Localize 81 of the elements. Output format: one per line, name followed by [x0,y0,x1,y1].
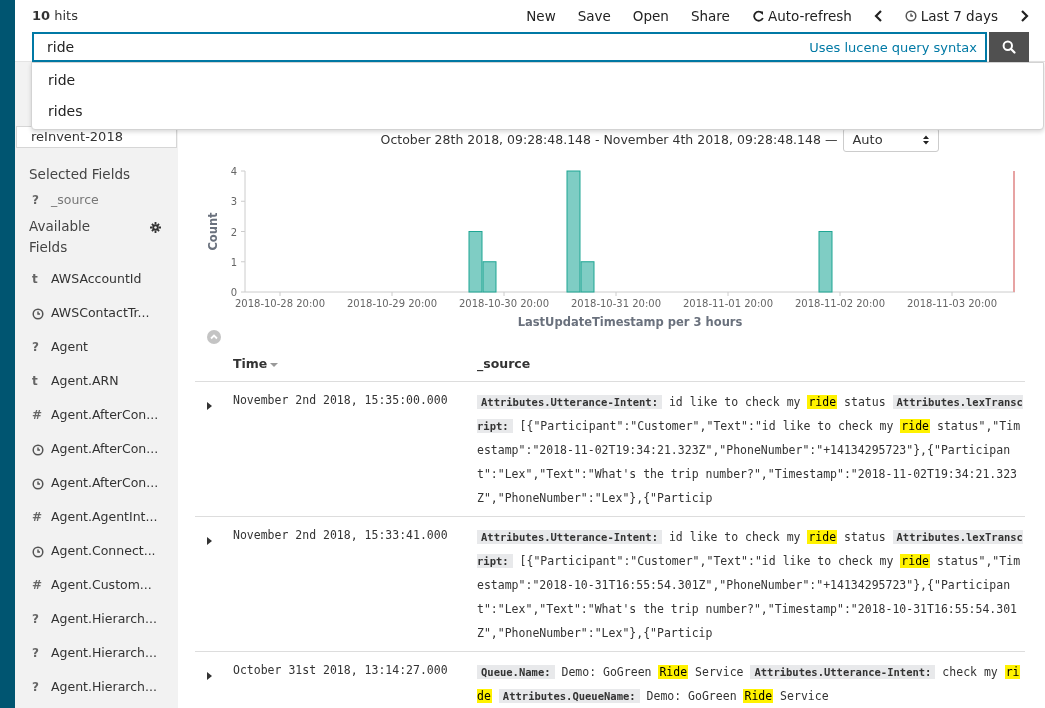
expand-row-icon [207,401,212,410]
sort-arrows-icon [922,135,931,145]
axis-tick-label: 0 [230,287,237,298]
axis-tick-label: 2018-11-01 20:00 [682,298,774,309]
section-title: Available Fields [29,217,92,258]
previous-icon [873,10,883,22]
field-item[interactable]: t Agent.ARN [15,364,178,399]
field-item[interactable]: # Agent.Custom... [15,568,178,603]
auto-refresh-button[interactable]: Auto-refresh [740,5,863,27]
field-item[interactable]: Agent.Connect... [15,534,178,569]
field-type-label: # [32,577,44,595]
x-axis-title: LastUpdateTimestamp per 3 hours [517,315,743,329]
clock-icon [32,477,44,490]
field-type-label: ? [32,192,40,210]
field-item[interactable]: ? Agent.Hierarch... [15,670,178,705]
field-item[interactable]: ? Agent.Hierarch... [15,636,178,671]
y-axis-title: Count [206,212,220,251]
axis-tick-label: 2018-10-28 20:00 [234,298,326,309]
histogram-bar[interactable] [566,170,581,293]
axis-tick-label: 2018-10-30 20:00 [458,298,550,309]
field-type-label: ? [32,679,40,697]
clock-icon [904,10,917,22]
source-cell-text: Attributes.Utterance-Intent: id like to check my ride status Attributes.lexTranscript: [{"Participant":"Customer","Text":"id like to check my ride status","Timestamp":"2018-10-31T16:55:54.301Z","PhoneNumber":"+14134295723"},{"Participant":"Lex","Text":"What's the trip number?","Timestamp":"2018-10-31T16:55:54.301Z","PhoneNumber":"Lex"},{"Particip [477,529,1024,642]
axis-tick-label: 2 [230,226,237,238]
time-cell-text: November 2nd 2018, 15:35:00.000 [233,392,448,409]
expand-row-icon [207,536,212,545]
search-icon [1002,40,1016,54]
refresh-icon [751,10,764,22]
field-item[interactable]: Agent.AfterCon... [15,432,178,467]
time-cell-text: November 2nd 2018, 15:33:41.000 [233,527,448,544]
field-item[interactable]: # Agent.AgentInt... [15,500,178,535]
field-item[interactable]: Agent.AfterCon... [15,466,178,501]
field-type-label: # [32,407,44,425]
column-header[interactable]: Time [195,355,477,374]
clock-icon [32,443,44,456]
field-type-label: ? [32,611,40,629]
section-title: Selected Fields [28,165,131,184]
time-range-text: October 28th 2018, 09:28:48.148 - November 4th 2018, 09:28:48.148 — [380,130,838,149]
suggestion-item[interactable]: ride [32,65,1043,96]
field-item[interactable]: t AWSAccountId [15,262,178,297]
field-type-label: t [32,271,39,289]
histogram-bar[interactable] [468,231,483,293]
field-type-label: ? [32,339,40,357]
menu-button[interactable]: Open [621,5,680,27]
axis-tick-label: 4 [230,166,237,177]
expand-row-icon [207,671,212,680]
menu-button[interactable]: Save [566,5,622,27]
field-item[interactable]: ? Agent.Hierarch... [15,602,178,637]
search-button[interactable] [989,32,1029,62]
axis-tick-label: 2018-10-29 20:00 [346,298,438,309]
field-item[interactable]: AWSContactTr... [15,296,178,331]
clock-icon [32,307,44,320]
field-type-label: ? [32,645,40,663]
source-cell-text: Attributes.Utterance-Intent: id like to check my ride status Attributes.lexTranscript: [{"Participant":"Customer","Text":"id like to check my ride status","Timestamp":"2018-11-02T19:34:21.323Z","PhoneNumber":"+14134295723"},{"Participant":"Lex","Text":"What's the trip number?","Timestamp":"2018-11-02T19:34:21.323Z","PhoneNumber":"Lex"},{"Particip [477,394,1024,507]
collapse-chart-icon [207,330,221,344]
next-icon [1020,10,1029,22]
axis-tick-label: 2018-10-31 20:00 [570,298,662,309]
field-item[interactable]: ? Agent [15,330,178,365]
menu-button[interactable]: Share [679,5,741,27]
histogram-bar[interactable] [482,261,497,293]
source-cell-text: Queue.Name: Demo: GoGreen Ride Service Attributes.Utterance-Intent: check my ride Attributes.QueueName: Demo: GoGreen Ride Service [477,664,1021,705]
axis-tick-label: 3 [230,196,237,208]
menu-button[interactable]: New [515,5,567,27]
histogram-bar[interactable] [818,231,833,293]
clock-icon [32,545,44,558]
settings-icon [150,222,161,234]
axis-tick-label: 2018-11-02 20:00 [794,298,886,309]
column-header: _source [477,355,531,374]
field-item[interactable]: # Agent.AfterCon... [15,398,178,433]
time-picker-button[interactable]: Last 7 days [893,5,1009,27]
axis-tick-label: 2018-11-03 20:00 [906,298,998,309]
field-type-label: t [32,373,39,391]
suggestion-item[interactable]: rides [32,96,1043,127]
histogram-bar[interactable] [580,261,595,293]
axis-tick-label: 1 [230,256,237,268]
hits-count: 10 hits [32,7,78,26]
time-cell-text: October 31st 2018, 13:14:27.000 [233,662,448,679]
interval-select[interactable]: Auto [843,128,940,152]
field-item[interactable]: ? _source [15,188,178,213]
query-syntax-link[interactable]: Uses lucene query syntax [809,38,977,58]
field-type-label: # [32,509,44,527]
